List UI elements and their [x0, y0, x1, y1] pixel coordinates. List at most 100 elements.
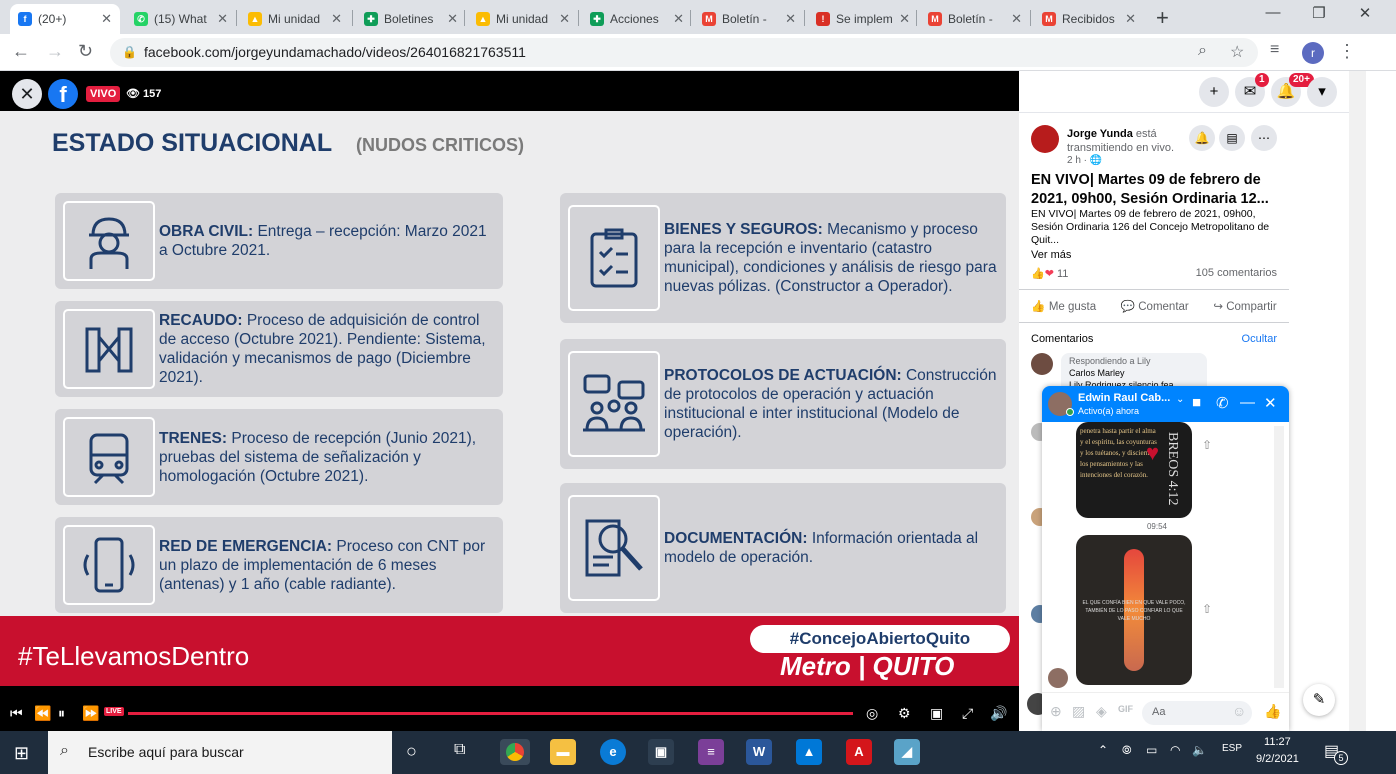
battery-icon[interactable]: ▭ — [1146, 743, 1157, 757]
close-tab-icon[interactable]: ✕ — [101, 11, 112, 27]
close-tab-icon[interactable]: ✕ — [447, 11, 458, 27]
fast-forward-icon[interactable]: ⏩ — [82, 705, 99, 722]
rewind-icon[interactable]: ⏪ — [34, 705, 51, 722]
close-tab-icon[interactable]: ✕ — [559, 11, 570, 27]
new-message-icon[interactable]: ✎ — [1303, 684, 1335, 716]
browser-tab[interactable]: ✚ Boletines ✕ — [356, 4, 466, 34]
task-view-icon[interactable]: ⧉ — [454, 741, 465, 759]
reactions[interactable]: 👍❤ 11 — [1031, 267, 1068, 280]
close-video-icon[interactable]: ✕ — [12, 79, 42, 109]
share-button[interactable]: ↪ Compartir — [1213, 299, 1276, 313]
close-tab-icon[interactable]: ✕ — [331, 11, 342, 27]
browser-tab[interactable]: M Recibidos ✕ — [1034, 4, 1144, 34]
forward-icon[interactable]: → — [46, 41, 64, 62]
browser-tab[interactable]: ✚ Acciones ✕ — [582, 4, 692, 34]
progress-bar[interactable] — [128, 712, 853, 715]
settings-gear-icon[interactable]: ⚙ — [898, 705, 911, 722]
share-message-icon[interactable]: ⇧ — [1202, 602, 1212, 616]
app-icon[interactable]: ◢ — [894, 739, 920, 765]
wifi-icon[interactable]: ◠ — [1170, 743, 1180, 757]
chat-image-message[interactable]: EL QUE CONFÍA BIEN EN QUE VALE POCO, TAM… — [1076, 535, 1192, 685]
file-explorer-icon[interactable]: ▬ — [550, 739, 576, 765]
photos-icon[interactable]: ▲ — [796, 739, 822, 765]
restore-window-icon[interactable]: ❐ — [1296, 4, 1342, 22]
winrar-icon[interactable]: ≡ — [698, 739, 724, 765]
media-control-icon[interactable]: ≡ — [1270, 41, 1279, 59]
acrobat-icon[interactable]: A — [846, 739, 872, 765]
profile-avatar[interactable]: r — [1302, 42, 1324, 64]
comment-button[interactable]: 💬 Comentar — [1121, 299, 1189, 313]
browser-tab[interactable]: ! Se implem ✕ — [808, 4, 918, 34]
browser-tab[interactable]: ▲ Mi unidad ✕ — [240, 4, 350, 34]
back-icon[interactable]: ← — [12, 41, 30, 62]
close-tab-icon[interactable]: ✕ — [899, 11, 910, 27]
browser-tab[interactable]: f (20+) ✕ — [10, 4, 120, 34]
skip-back-icon[interactable]: ⏮ — [10, 705, 23, 722]
address-bar[interactable]: 🔒 facebook.com/jorgeyundamachado/videos/… — [110, 38, 1258, 67]
plus-circle-icon[interactable]: ⊕ — [1050, 703, 1062, 720]
hide-comments-link[interactable]: Ocultar — [1242, 333, 1277, 345]
browser-tab[interactable]: M Boletín - ✕ — [694, 4, 804, 34]
share-message-icon[interactable]: ⇧ — [1202, 438, 1212, 452]
pause-icon[interactable]: ⏸ — [58, 705, 65, 722]
edge-icon[interactable]: e — [600, 739, 626, 765]
photo-icon[interactable]: ▨ — [1072, 703, 1085, 720]
volume-tray-icon[interactable]: 🔈 — [1192, 743, 1207, 757]
language-indicator[interactable]: ESP — [1222, 743, 1242, 754]
meet-icon[interactable]: ⦾ — [1122, 743, 1132, 758]
chat-scrollbar[interactable] — [1274, 426, 1284, 688]
save-icon[interactable]: ▤ — [1219, 125, 1245, 151]
store-icon[interactable]: ▣ — [648, 739, 674, 765]
author-avatar[interactable] — [1031, 125, 1059, 153]
close-tab-icon[interactable]: ✕ — [785, 11, 796, 27]
chat-image-message[interactable]: penetra hasta partir el alma y el espíri… — [1076, 422, 1192, 518]
close-tab-icon[interactable]: ✕ — [217, 11, 228, 27]
sticker-icon[interactable]: ◈ — [1096, 703, 1107, 720]
word-icon[interactable]: W — [746, 739, 772, 765]
video-player[interactable]: ✕ f VIVO 👁 157 ESTADO SITUACIONAL (NUDOS… — [0, 71, 1019, 731]
browser-tab[interactable]: ▲ Mi unidad ✕ — [468, 4, 578, 34]
url-text[interactable]: facebook.com/jorgeyundamachado/videos/26… — [144, 44, 526, 60]
browser-tab[interactable]: M Boletín - ✕ — [920, 4, 1030, 34]
tray-chevron-icon[interactable]: ⌃ — [1098, 743, 1108, 757]
close-tab-icon[interactable]: ✕ — [1125, 11, 1136, 27]
new-tab-button[interactable]: + — [1156, 5, 1169, 31]
captions-icon[interactable]: ◎ — [866, 705, 878, 722]
chevron-down-icon[interactable]: ⌄ — [1176, 394, 1184, 405]
volume-icon[interactable]: 🔊 — [990, 705, 1007, 722]
comments-count[interactable]: 105 comentarios — [1196, 267, 1277, 279]
bookmark-star-icon[interactable]: ☆ — [1230, 42, 1244, 62]
menu-icon[interactable]: ⋮ — [1338, 41, 1356, 62]
taskbar-search[interactable]: ⌕ Escribe aquí para buscar — [48, 731, 392, 774]
minimize-icon[interactable]: — — [1240, 394, 1255, 411]
page-scrollbar[interactable] — [1349, 71, 1366, 731]
close-tab-icon[interactable]: ✕ — [1011, 11, 1022, 27]
follow-bell-icon[interactable]: 🔔 — [1189, 125, 1215, 151]
video-call-icon[interactable]: ■ — [1192, 394, 1201, 411]
clock[interactable]: 11:27 9/2/2021 — [1256, 734, 1299, 768]
comment-author[interactable]: Carlos Marley — [1069, 367, 1199, 379]
like-button[interactable]: 👍 Me gusta — [1031, 299, 1096, 313]
chat-header[interactable]: Edwin Raul Cab... Activo(a) ahora ⌄ ■ ✆ … — [1042, 386, 1289, 422]
miniplayer-icon[interactable]: ▣ — [930, 705, 943, 722]
chrome-icon[interactable] — [500, 739, 530, 765]
close-window-icon[interactable]: ✕ — [1342, 4, 1388, 22]
create-plus-icon[interactable]: + — [1199, 77, 1229, 107]
fullscreen-icon[interactable]: ⤢ — [962, 705, 973, 722]
author-name[interactable]: Jorge Yunda — [1067, 128, 1133, 140]
close-chat-icon[interactable]: ✕ — [1264, 394, 1277, 412]
more-options-icon[interactable]: ⋯ — [1251, 125, 1277, 151]
minimize-window-icon[interactable]: — — [1250, 4, 1296, 21]
phone-call-icon[interactable]: ✆ — [1216, 394, 1229, 412]
zoom-icon[interactable]: ⌕ — [1198, 42, 1207, 60]
reload-icon[interactable]: ↻ — [78, 41, 93, 62]
account-menu-icon[interactable]: ▾ — [1307, 77, 1337, 107]
see-more-link[interactable]: Ver más — [1031, 249, 1071, 261]
windows-start-icon[interactable]: ⊞ — [14, 743, 29, 764]
thumbs-up-icon[interactable]: 👍 — [1264, 703, 1281, 720]
commenter-avatar[interactable] — [1031, 353, 1053, 375]
close-tab-icon[interactable]: ✕ — [673, 11, 684, 27]
cortana-icon[interactable]: ○ — [406, 741, 417, 762]
chat-contact-name[interactable]: Edwin Raul Cab... — [1078, 392, 1170, 404]
emoji-icon[interactable]: ☺ — [1232, 703, 1246, 719]
